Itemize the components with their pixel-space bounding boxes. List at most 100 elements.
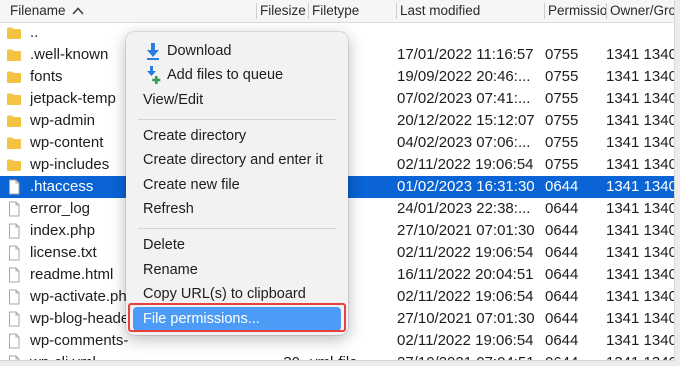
file-icon: [6, 223, 22, 239]
file-permissions: 0755: [545, 134, 579, 151]
file-modified: 16/11/2022 20:04:51: [397, 266, 534, 283]
file-permissions: 0644: [545, 352, 609, 360]
file-owner: 1341 1340: [606, 222, 675, 239]
menu-item-label: Copy URL(s) to clipboard: [143, 286, 306, 302]
download-icon: [144, 42, 162, 60]
folder-icon: [6, 113, 22, 129]
menu-item-create-new-file[interactable]: Create new file: [126, 173, 348, 197]
menu-item-label: Create directory and enter it: [143, 152, 323, 168]
file-type: yml-file: [310, 352, 392, 360]
file-modified: 04/02/2023 07:06:...: [397, 134, 531, 151]
highlight-annotation: [128, 303, 346, 332]
file-owner: 1341 1340: [606, 266, 675, 283]
file-modified: 02/11/2022 19:06:54: [397, 332, 534, 349]
file-modified: 02/11/2022 19:06:54: [397, 288, 534, 305]
file-modified: 19/09/2022 20:46:...: [397, 68, 531, 85]
file-owner: 1341 1340: [606, 156, 675, 173]
add-to-queue-icon: [144, 66, 162, 84]
file-icon: [6, 289, 22, 305]
context-menu: Download Add files to queue View/Edit Cr…: [126, 32, 348, 335]
menu-item-download[interactable]: Download: [126, 39, 348, 63]
sort-ascending-icon: [71, 0, 84, 22]
file-size: 30: [240, 352, 300, 360]
file-permissions: 0644: [545, 222, 579, 239]
column-filetype[interactable]: Filetype: [308, 0, 396, 22]
column-filename[interactable]: Filename: [6, 0, 256, 22]
file-owner: 1341 1340: [606, 134, 675, 151]
table-row[interactable]: wp-cli.yml30 yml-file 27/10/2021 07:04:510…: [0, 352, 674, 360]
file-modified: 02/11/2022 19:06:54: [397, 244, 534, 261]
menu-item-label: Download: [167, 43, 232, 59]
file-icon: [6, 245, 22, 261]
file-owner: 1341 1340: [606, 178, 675, 195]
file-permissions: 0644: [545, 244, 579, 261]
file-modified: 27/10/2021 07:01:30: [397, 222, 535, 239]
menu-item-rename[interactable]: Rename: [126, 258, 348, 282]
column-permissions[interactable]: Permission: [544, 0, 606, 22]
file-modified: 17/01/2022 11:16:57: [397, 46, 534, 63]
file-permissions: 0644: [545, 288, 579, 305]
file-icon: [6, 201, 22, 217]
file-modified: 20/12/2022 15:12:07: [397, 112, 535, 129]
column-filesize-label: Filesize: [260, 3, 306, 18]
file-modified: 27/10/2021 07:04:51: [397, 352, 543, 360]
file-permissions: 0644: [545, 178, 579, 195]
file-modified: 27/10/2021 07:01:30: [397, 310, 535, 327]
file-permissions: 0644: [545, 200, 579, 217]
folder-icon: [6, 69, 22, 85]
column-filesize[interactable]: Filesize: [256, 0, 308, 22]
menu-item-view-edit[interactable]: View/Edit: [126, 88, 348, 112]
menu-separator: [138, 119, 336, 120]
file-modified: [397, 22, 543, 44]
file-modified: 01/02/2023 16:31:30: [397, 178, 535, 195]
file-permissions: 0755: [545, 112, 579, 129]
folder-icon: [6, 47, 22, 63]
column-last-modified-label: Last modified: [400, 3, 481, 18]
file-owner: 1341 1340: [606, 68, 675, 85]
menu-separator: [138, 228, 336, 229]
folder-icon: [6, 135, 22, 151]
menu-item-label: Rename: [143, 262, 198, 278]
menu-item-label: View/Edit: [143, 92, 204, 108]
file-owner: [606, 22, 674, 44]
file-owner: 1341 1340: [606, 332, 675, 349]
file-owner: 1341 1340: [606, 200, 675, 217]
file-permissions: 0755: [545, 46, 579, 63]
file-permissions: 0755: [545, 68, 579, 85]
file-owner: 1341 1340: [606, 244, 675, 261]
column-owner-group[interactable]: Owner/Grou: [606, 0, 674, 22]
file-modified: 07/02/2023 07:41:...: [397, 90, 531, 107]
menu-item-label: Delete: [143, 237, 185, 253]
file-owner: 1341 1340: [606, 310, 675, 327]
file-owner: 1341 1340: [606, 46, 675, 63]
menu-item-refresh[interactable]: Refresh: [126, 197, 348, 221]
file-permissions: 0755: [545, 90, 579, 107]
file-icon: [6, 355, 22, 360]
column-filename-label: Filename: [10, 3, 66, 18]
column-owner-group-label: Owner/Grou: [610, 3, 674, 18]
file-modified: 02/11/2022 19:06:54: [397, 156, 534, 173]
column-permissions-label: Permission: [548, 3, 606, 18]
file-owner: 1341 1340: [606, 112, 675, 129]
menu-item-create-directory[interactable]: Create directory: [126, 124, 348, 148]
file-permissions: 0644: [545, 266, 579, 283]
menu-item-label: Create new file: [143, 177, 240, 193]
folder-icon: [6, 25, 22, 41]
file-icon: [6, 333, 22, 349]
file-modified: 24/01/2023 22:38:...: [397, 200, 531, 217]
file-permissions: 0644: [545, 332, 579, 349]
menu-item-delete[interactable]: Delete: [126, 233, 348, 257]
file-permissions: 0644: [545, 310, 579, 327]
file-owner: 1341 1340: [606, 90, 675, 107]
menu-item-create-directory-enter[interactable]: Create directory and enter it: [126, 148, 348, 172]
menu-item-label: Add files to queue: [167, 67, 284, 83]
file-icon: [6, 267, 22, 283]
menu-item-label: Refresh: [143, 201, 194, 217]
file-permissions: [545, 22, 609, 44]
file-name: wp-cli.yml: [30, 352, 260, 360]
menu-item-label: Create directory: [143, 128, 247, 144]
menu-item-add-to-queue[interactable]: Add files to queue: [126, 63, 348, 87]
folder-icon: [6, 157, 22, 173]
column-last-modified[interactable]: Last modified: [396, 0, 544, 22]
column-filetype-label: Filetype: [312, 3, 360, 18]
